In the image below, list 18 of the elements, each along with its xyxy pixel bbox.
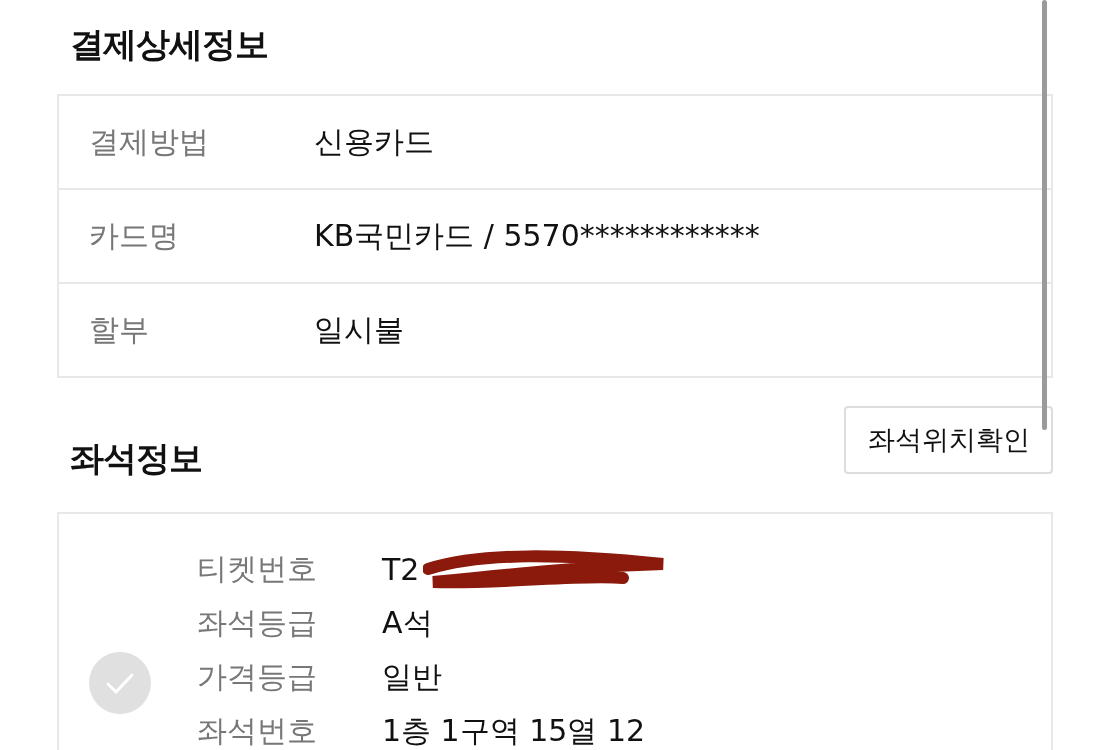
info-label: 좌석등급 xyxy=(197,603,318,642)
row-label: 카드명 xyxy=(88,216,180,255)
info-value: 일반 xyxy=(382,657,442,696)
row-value: 일시불 xyxy=(314,310,404,349)
section-title: 좌석정보 xyxy=(70,437,202,480)
check-icon[interactable] xyxy=(89,652,151,714)
section-title: 결제상세정보 xyxy=(70,23,269,66)
seat-location-button[interactable]: 좌석위치확인 xyxy=(844,406,1053,474)
row-value: KB국민카드 / 5570************ xyxy=(314,216,760,255)
info-value: 1층 1구역 15열 12 xyxy=(382,711,646,750)
row-value: 신용카드 xyxy=(314,122,434,161)
info-label: 좌석번호 xyxy=(197,711,318,750)
info-label: 가격등급 xyxy=(197,657,318,696)
info-value: T2 xyxy=(382,551,420,587)
row-label: 결제방법 xyxy=(88,122,210,161)
row-label: 할부 xyxy=(88,310,150,349)
info-label: 티켓번호 xyxy=(197,549,318,588)
info-value: A석 xyxy=(382,603,433,642)
